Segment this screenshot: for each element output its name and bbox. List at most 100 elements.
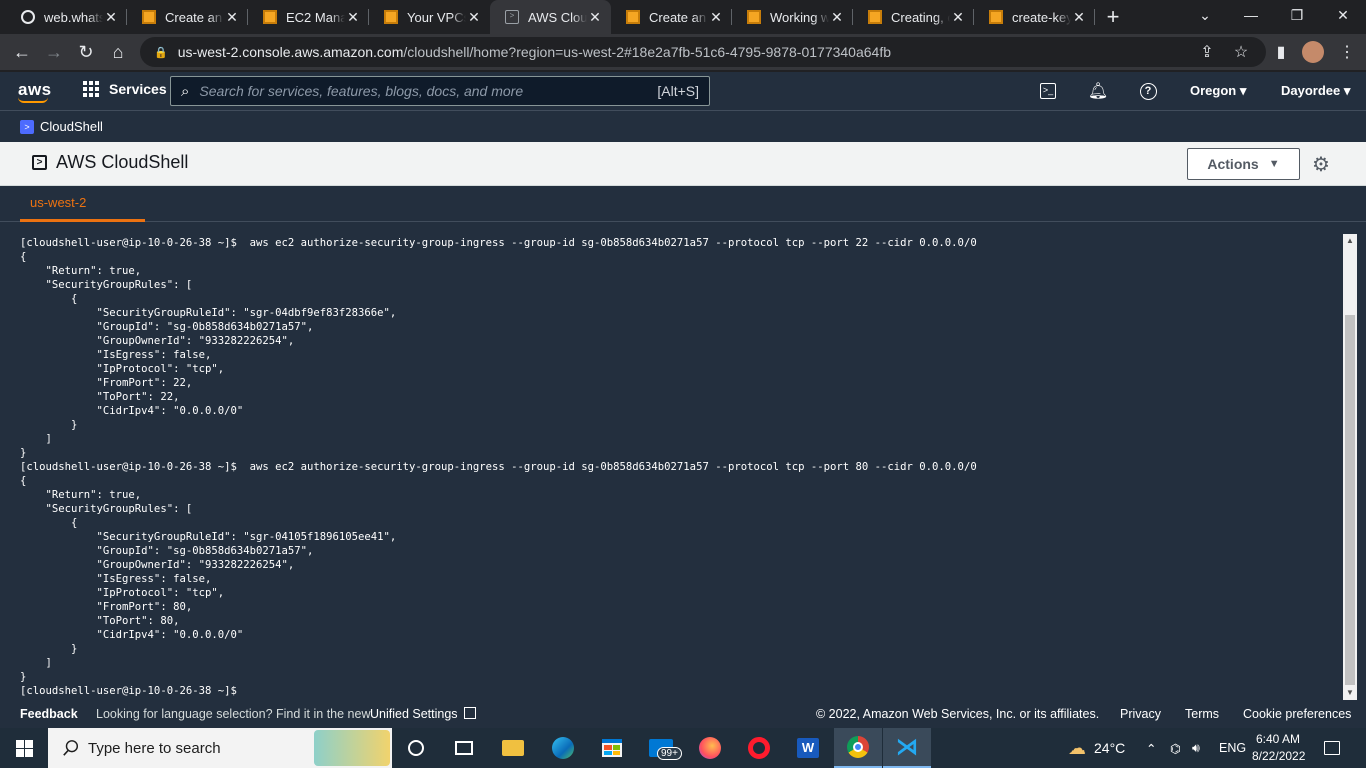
cortana-icon[interactable]	[392, 728, 440, 768]
terminal-line: "GroupOwnerId": "933282226254",	[20, 335, 295, 347]
file-explorer-icon[interactable]	[489, 728, 537, 768]
browser-tab-title: EC2 Management Console	[286, 9, 345, 25]
aws-box-icon	[625, 9, 641, 25]
terminal-pane[interactable]: [cloudshell-user@ip-10-0-26-38 ~]$ aws e…	[0, 222, 1366, 700]
address-bar[interactable]: 🔒 us-west-2.console.aws.amazon.com /clou…	[140, 37, 1266, 67]
tab-list: web.whatsapp.com✕Create an Instance✕EC2 …	[6, 0, 1095, 34]
unified-settings-link[interactable]: Unified Settings	[370, 707, 477, 721]
browser-tab[interactable]: > AWS CloudShell✕	[490, 0, 611, 34]
chrome-icon[interactable]	[834, 728, 882, 768]
search-placeholder: Search for services, features, blogs, do…	[199, 83, 524, 99]
close-tab-icon[interactable]: ✕	[587, 9, 603, 26]
account-menu[interactable]: Dayordee ▾	[1281, 83, 1350, 99]
browser-tab[interactable]: Create an Instance✕	[127, 0, 248, 34]
browser-tab[interactable]: create-key-pair✕	[974, 0, 1095, 34]
search-icon	[63, 740, 79, 756]
forward-icon[interactable]: →	[38, 36, 70, 68]
feedback-link[interactable]: Feedback	[20, 707, 78, 721]
browser-tab[interactable]: Create an Instance✕	[611, 0, 732, 34]
new-tab-button[interactable]: +	[1095, 0, 1131, 34]
scroll-down-icon[interactable]: ▼	[1343, 686, 1357, 700]
reload-icon[interactable]: ↻	[70, 36, 102, 68]
store-icon[interactable]	[588, 728, 636, 768]
services-label: Services	[109, 81, 167, 97]
browser-menu-icon[interactable]: ⋮	[1332, 36, 1362, 68]
side-panel-icon[interactable]: ▮	[1266, 36, 1296, 68]
close-tab-icon[interactable]: ✕	[829, 9, 845, 26]
volume-icon[interactable]: 🔊︎	[1192, 728, 1200, 768]
home-icon[interactable]: ⌂	[102, 36, 134, 68]
close-tab-icon[interactable]: ✕	[224, 9, 240, 26]
browser-tab[interactable]: EC2 Management Console✕	[248, 0, 369, 34]
terminal-line: "SecurityGroupRuleId": "sgr-04105f189610…	[20, 531, 397, 543]
terminal-line: }	[20, 447, 27, 459]
weather-cloud-icon: ☁	[1068, 737, 1086, 758]
bookmark-star-icon[interactable]: ☆	[1226, 36, 1256, 68]
close-tab-icon[interactable]: ✕	[708, 9, 724, 26]
windows-logo-icon	[15, 739, 33, 757]
aws-logo[interactable]: aws	[18, 80, 52, 103]
close-tab-icon[interactable]: ✕	[950, 9, 966, 26]
favorite-cloudshell-link[interactable]: CloudShell	[40, 119, 103, 134]
word-icon[interactable]: W	[784, 728, 832, 768]
scroll-up-icon[interactable]: ▲	[1343, 234, 1357, 248]
terminal-output[interactable]: [cloudshell-user@ip-10-0-26-38 ~]$ aws e…	[20, 236, 977, 698]
terminal-line: "ToPort": 80,	[20, 615, 180, 627]
terminal-line: "IpProtocol": "tcp",	[20, 363, 225, 375]
close-tab-icon[interactable]: ✕	[345, 9, 361, 26]
browser-tab[interactable]: Working with✕	[732, 0, 853, 34]
terminal-scrollbar[interactable]: ▲ ▼	[1343, 234, 1357, 700]
show-hidden-icons[interactable]: ⌃	[1146, 728, 1156, 768]
vscode-icon[interactable]: ⋊	[883, 728, 931, 768]
gear-icon[interactable]: ⚙	[1310, 153, 1332, 176]
notifications-bell-icon[interactable]: 🔔︎	[1088, 81, 1108, 101]
mail-icon[interactable]: 99+	[637, 728, 685, 768]
network-icon[interactable]: ⌬	[1170, 728, 1181, 768]
firefox-icon[interactable]	[686, 728, 734, 768]
terminal-tab-bar: us-west-2	[0, 186, 1366, 222]
scrollbar-thumb[interactable]	[1345, 315, 1355, 685]
notifications-icon[interactable]	[1324, 728, 1340, 768]
profile-avatar[interactable]	[1298, 36, 1328, 68]
close-tab-icon[interactable]: ✕	[1071, 9, 1087, 26]
tab-search-icon[interactable]: ⌄	[1182, 0, 1228, 30]
actions-dropdown-button[interactable]: Actions ▼	[1187, 148, 1300, 180]
edge-icon[interactable]	[539, 728, 587, 768]
opera-icon[interactable]	[735, 728, 783, 768]
region-selector[interactable]: Oregon ▾	[1190, 83, 1246, 99]
clock-date: 8/22/2022	[1252, 749, 1306, 763]
language-indicator[interactable]: ENG	[1219, 728, 1246, 768]
services-menu-button[interactable]: Services	[83, 81, 167, 97]
aws-search-input[interactable]: ⌕ Search for services, features, blogs, …	[170, 76, 710, 106]
cloudshell-terminal-icon[interactable]: >_	[1038, 81, 1058, 101]
terminal-line: "CidrIpv4": "0.0.0.0/0"	[20, 405, 244, 417]
terminal-icon: >	[32, 155, 47, 170]
browser-tab[interactable]: web.whatsapp.com✕	[6, 0, 127, 34]
restore-icon[interactable]: ❐	[1274, 0, 1320, 30]
tab-us-west-2[interactable]: us-west-2	[20, 186, 145, 222]
close-tab-icon[interactable]: ✕	[466, 9, 482, 26]
terminal-line: [cloudshell-user@ip-10-0-26-38 ~]$ aws e…	[20, 461, 977, 473]
terminal-line: }	[20, 419, 78, 431]
close-tab-icon[interactable]: ✕	[103, 9, 119, 26]
task-view-icon[interactable]	[440, 728, 488, 768]
cookie-preferences-link[interactable]: Cookie preferences	[1243, 707, 1351, 721]
browser-tab[interactable]: Creating, configuring✕	[853, 0, 974, 34]
share-icon[interactable]: ⇪	[1192, 36, 1222, 68]
terminal-line: "SecurityGroupRules": [	[20, 503, 193, 515]
clock[interactable]: 6:40 AM 8/22/2022	[1252, 731, 1306, 765]
back-icon[interactable]: ←	[6, 36, 38, 68]
lock-icon[interactable]: 🔒	[154, 46, 168, 59]
help-icon[interactable]: ?	[1138, 81, 1158, 101]
url-host: us-west-2.console.aws.amazon.com	[177, 44, 404, 60]
start-button[interactable]	[0, 728, 48, 768]
taskbar-search-input[interactable]: Type here to search	[48, 728, 392, 768]
terms-link[interactable]: Terms	[1185, 707, 1219, 721]
weather-widget[interactable]: ☁ 24°C	[1068, 728, 1125, 768]
region-label: Oregon	[1190, 83, 1237, 98]
browser-tab[interactable]: Your VPCs ✕	[369, 0, 490, 34]
caret-down-icon: ▼	[1268, 158, 1280, 170]
close-window-icon[interactable]: ✕	[1320, 0, 1366, 30]
minimize-icon[interactable]: —	[1228, 0, 1274, 30]
privacy-link[interactable]: Privacy	[1120, 707, 1161, 721]
